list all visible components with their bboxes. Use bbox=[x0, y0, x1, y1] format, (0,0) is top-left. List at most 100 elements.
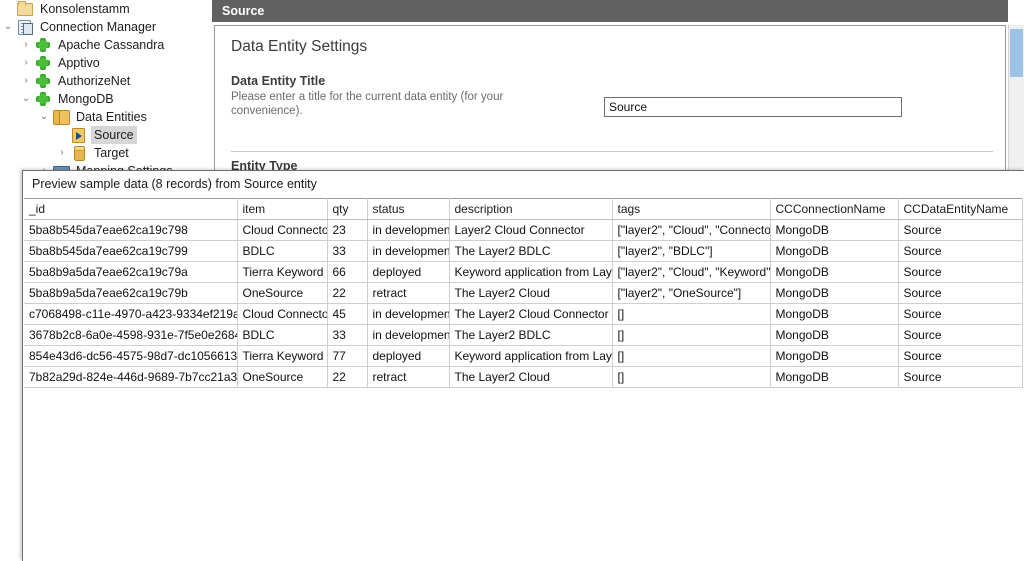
table-cell[interactable]: [] bbox=[611, 345, 771, 367]
table-cell[interactable]: 5ba8b545da7eae62ca19c798 bbox=[24, 219, 238, 241]
table-row[interactable]: 5ba8b9a5da7eae62ca19c79a Tierra Keyword 66… bbox=[24, 261, 1023, 283]
table-cell[interactable]: Source bbox=[897, 240, 1023, 262]
table-cell[interactable]: OneSource bbox=[236, 366, 328, 388]
table-cell[interactable]: retract bbox=[366, 366, 450, 388]
table-row[interactable]: 5ba8b545da7eae62ca19c798 Cloud Connector 2… bbox=[24, 219, 1023, 241]
table-cell[interactable]: BDLC bbox=[236, 324, 328, 346]
table-cell[interactable]: 33 bbox=[326, 240, 368, 262]
table-cell[interactable]: MongoDB bbox=[769, 240, 899, 262]
tree-item-data-entities[interactable]: ⌄ Data Entities bbox=[0, 108, 212, 126]
table-cell[interactable]: MongoDB bbox=[769, 366, 899, 388]
table-row[interactable]: 854e43d6-dc56-4575-98d7-dc1056613d6c Tier… bbox=[24, 345, 1023, 367]
table-cell[interactable]: The Layer2 BDLC bbox=[448, 240, 613, 262]
preview-data-grid[interactable]: _id item qty status description tags CCConnect… bbox=[24, 198, 1023, 388]
table-cell[interactable]: 854e43d6-dc56-4575-98d7-dc1056613d6c bbox=[24, 345, 238, 367]
chevron-down-icon[interactable]: ⌄ bbox=[18, 90, 34, 108]
table-cell[interactable]: 7b82a29d-824e-446d-9689-7b7cc21a31c3 bbox=[24, 366, 238, 388]
chevron-right-icon[interactable]: › bbox=[54, 144, 70, 162]
table-cell[interactable]: 5ba8b545da7eae62ca19c799 bbox=[24, 240, 238, 262]
table-cell[interactable]: Source bbox=[897, 366, 1023, 388]
tree-item-connection-manager[interactable]: ⌄ Connection Manager bbox=[0, 18, 212, 36]
column-header-status[interactable]: status bbox=[366, 198, 450, 220]
table-cell[interactable]: Source bbox=[897, 219, 1023, 241]
table-cell[interactable]: Tierra Keyword bbox=[236, 345, 328, 367]
chevron-right-icon[interactable]: › bbox=[18, 36, 34, 54]
table-cell[interactable]: ["layer2", "Cloud", "Connector"] bbox=[611, 219, 771, 241]
table-cell[interactable]: 23 bbox=[326, 219, 368, 241]
table-cell[interactable]: Source bbox=[897, 261, 1023, 283]
chevron-right-icon[interactable]: › bbox=[18, 54, 34, 72]
column-header-ccdataentityname[interactable]: CCDataEntityName bbox=[897, 198, 1023, 220]
table-cell[interactable]: in development bbox=[366, 324, 450, 346]
table-cell[interactable]: Source bbox=[897, 282, 1023, 304]
table-cell[interactable]: ["layer2", "OneSource"] bbox=[611, 282, 771, 304]
table-row[interactable]: 7b82a29d-824e-446d-9689-7b7cc21a31c3 OneS… bbox=[24, 366, 1023, 388]
table-cell[interactable]: Cloud Connector bbox=[236, 303, 328, 325]
column-header-ccconnectionname[interactable]: CCConnectionName bbox=[769, 198, 899, 220]
table-cell[interactable]: Source bbox=[897, 345, 1023, 367]
column-header-description[interactable]: description bbox=[448, 198, 613, 220]
table-cell[interactable]: The Layer2 Cloud bbox=[448, 366, 613, 388]
table-cell[interactable]: MongoDB bbox=[769, 324, 899, 346]
table-cell[interactable]: OneSource bbox=[236, 282, 328, 304]
table-cell[interactable]: The Layer2 BDLC bbox=[448, 324, 613, 346]
table-row[interactable]: 3678b2c8-6a0e-4598-931e-7f5e0e26840b BDLC… bbox=[24, 324, 1023, 346]
tree-item-source[interactable]: Source bbox=[0, 126, 212, 144]
table-cell[interactable]: in development bbox=[366, 219, 450, 241]
table-cell[interactable]: BDLC bbox=[236, 240, 328, 262]
table-cell[interactable]: Source bbox=[897, 324, 1023, 346]
table-cell[interactable]: MongoDB bbox=[769, 303, 899, 325]
table-cell[interactable]: c7068498-c11e-4970-a423-9334ef219a86 bbox=[24, 303, 238, 325]
table-cell[interactable]: Keyword application from Layer2 bbox=[448, 261, 613, 283]
table-row[interactable]: c7068498-c11e-4970-a423-9334ef219a86 Clou… bbox=[24, 303, 1023, 325]
table-cell[interactable]: 66 bbox=[326, 261, 368, 283]
table-cell[interactable]: ["layer2", "BDLC"] bbox=[611, 240, 771, 262]
table-cell[interactable]: Source bbox=[897, 303, 1023, 325]
table-cell[interactable]: The Layer2 Cloud bbox=[448, 282, 613, 304]
table-row[interactable]: 5ba8b545da7eae62ca19c799 BDLC 33 in develop… bbox=[24, 240, 1023, 262]
table-cell[interactable]: Cloud Connector bbox=[236, 219, 328, 241]
table-cell[interactable]: deployed bbox=[366, 345, 450, 367]
column-header-tags[interactable]: tags bbox=[611, 198, 771, 220]
table-cell[interactable]: in development bbox=[366, 240, 450, 262]
chevron-down-icon[interactable]: ⌄ bbox=[36, 108, 52, 126]
table-cell[interactable]: in development bbox=[366, 303, 450, 325]
table-cell[interactable]: 77 bbox=[326, 345, 368, 367]
chevron-right-icon[interactable]: › bbox=[18, 72, 34, 90]
table-cell[interactable]: 33 bbox=[326, 324, 368, 346]
table-cell[interactable]: ["layer2", "Cloud", "Keyword"] bbox=[611, 261, 771, 283]
table-cell[interactable]: 45 bbox=[326, 303, 368, 325]
tree-item-apache-cassandra[interactable]: › Apache Cassandra bbox=[0, 36, 212, 54]
chevron-down-icon[interactable]: ⌄ bbox=[0, 18, 16, 36]
tree-item-konsolenstamm[interactable]: Konsolenstamm bbox=[0, 0, 212, 18]
table-cell[interactable]: 5ba8b9a5da7eae62ca19c79b bbox=[24, 282, 238, 304]
tree-item-authorizenet[interactable]: › AuthorizeNet bbox=[0, 72, 212, 90]
table-cell[interactable]: MongoDB bbox=[769, 261, 899, 283]
table-cell[interactable]: 5ba8b9a5da7eae62ca19c79a bbox=[24, 261, 238, 283]
table-cell[interactable]: deployed bbox=[366, 261, 450, 283]
table-cell[interactable]: Tierra Keyword bbox=[236, 261, 328, 283]
column-header-qty[interactable]: qty bbox=[326, 198, 368, 220]
tree-item-mongodb[interactable]: ⌄ MongoDB bbox=[0, 90, 212, 108]
settings-scroll-thumb[interactable] bbox=[1010, 29, 1023, 77]
entity-title-input[interactable] bbox=[604, 97, 902, 117]
table-cell[interactable]: 22 bbox=[326, 282, 368, 304]
entity-title-label: Data Entity Title bbox=[231, 74, 326, 88]
table-cell[interactable]: MongoDB bbox=[769, 282, 899, 304]
table-cell[interactable]: Layer2 Cloud Connector bbox=[448, 219, 613, 241]
table-cell[interactable]: [] bbox=[611, 303, 771, 325]
table-row[interactable]: 5ba8b9a5da7eae62ca19c79b OneSource 22 retra… bbox=[24, 282, 1023, 304]
tree-item-target[interactable]: › Target bbox=[0, 144, 212, 162]
column-header-id[interactable]: _id bbox=[24, 198, 238, 220]
table-cell[interactable]: Keyword application from Layer2 bbox=[448, 345, 613, 367]
table-cell[interactable]: retract bbox=[366, 282, 450, 304]
table-cell[interactable]: [] bbox=[611, 366, 771, 388]
table-cell[interactable]: MongoDB bbox=[769, 219, 899, 241]
table-cell[interactable]: The Layer2 Cloud Connector bbox=[448, 303, 613, 325]
table-cell[interactable]: MongoDB bbox=[769, 345, 899, 367]
tree-item-apptivo[interactable]: › Apptivo bbox=[0, 54, 212, 72]
table-cell[interactable]: 22 bbox=[326, 366, 368, 388]
table-cell[interactable]: 3678b2c8-6a0e-4598-931e-7f5e0e26840b bbox=[24, 324, 238, 346]
column-header-item[interactable]: item bbox=[236, 198, 328, 220]
table-cell[interactable]: [] bbox=[611, 324, 771, 346]
